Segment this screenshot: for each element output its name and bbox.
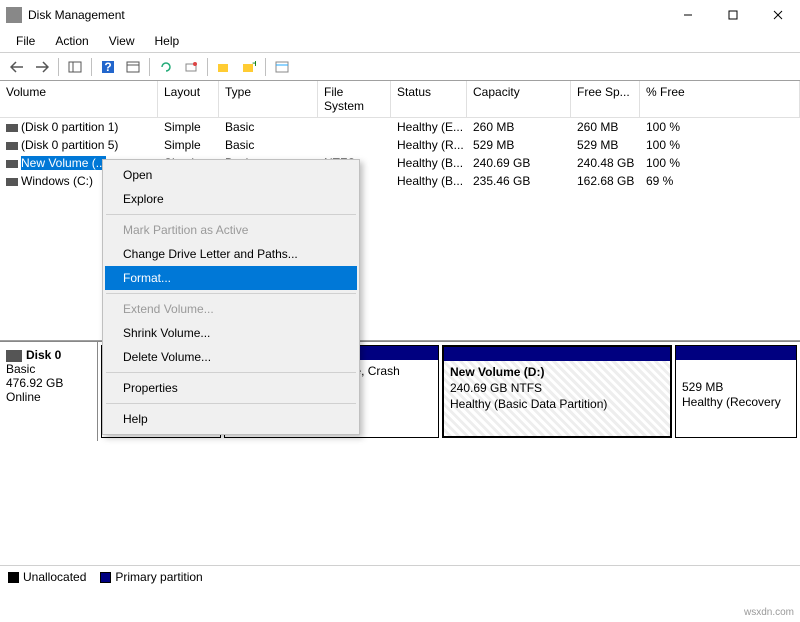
maximize-button[interactable] xyxy=(710,0,755,30)
menu-help[interactable]: Help xyxy=(145,32,190,50)
cm-format[interactable]: Format... xyxy=(105,266,357,290)
grid-header: Volume Layout Type File System Status Ca… xyxy=(0,81,800,118)
partition-recovery[interactable]: 529 MB Healthy (Recovery xyxy=(675,345,797,438)
cm-change-letter[interactable]: Change Drive Letter and Paths... xyxy=(105,242,357,266)
disk-label[interactable]: Disk 0 Basic 476.92 GB Online xyxy=(0,342,98,441)
cm-delete[interactable]: Delete Volume... xyxy=(105,345,357,369)
back-button[interactable] xyxy=(6,56,28,78)
volume-icon xyxy=(6,142,18,150)
help-button[interactable]: ? xyxy=(97,56,119,78)
col-type[interactable]: Type xyxy=(219,81,318,117)
show-hide-button[interactable] xyxy=(64,56,86,78)
col-pctfree[interactable]: % Free xyxy=(640,81,800,117)
window-controls xyxy=(665,0,800,30)
cm-extend: Extend Volume... xyxy=(105,297,357,321)
context-menu: Open Explore Mark Partition as Active Ch… xyxy=(102,159,360,435)
cm-shrink[interactable]: Shrink Volume... xyxy=(105,321,357,345)
cm-mark-active: Mark Partition as Active xyxy=(105,218,357,242)
watermark: wsxdn.com xyxy=(744,607,794,618)
app-icon xyxy=(6,7,22,23)
table-row[interactable]: (Disk 0 partition 1) Simple Basic Health… xyxy=(0,118,800,136)
svg-text:+: + xyxy=(252,61,256,70)
properties-icon[interactable] xyxy=(271,56,293,78)
titlebar: Disk Management xyxy=(0,0,800,30)
cm-properties[interactable]: Properties xyxy=(105,376,357,400)
new-folder-icon[interactable] xyxy=(213,56,235,78)
cm-open[interactable]: Open xyxy=(105,163,357,187)
table-row[interactable]: (Disk 0 partition 5) Simple Basic Health… xyxy=(0,136,800,154)
col-freespace[interactable]: Free Sp... xyxy=(571,81,640,117)
toolbar: ? + xyxy=(0,53,800,81)
menubar: File Action View Help xyxy=(0,30,800,53)
disk-icon xyxy=(6,350,22,362)
detail-view-button[interactable] xyxy=(122,56,144,78)
legend: Unallocated Primary partition xyxy=(0,565,800,588)
menu-view[interactable]: View xyxy=(99,32,145,50)
col-status[interactable]: Status xyxy=(391,81,467,117)
menu-file[interactable]: File xyxy=(6,32,45,50)
volume-icon xyxy=(6,178,18,186)
cm-explore[interactable]: Explore xyxy=(105,187,357,211)
col-volume[interactable]: Volume xyxy=(0,81,158,117)
volume-icon xyxy=(6,124,18,132)
partition-selected[interactable]: New Volume (D:) 240.69 GB NTFS Healthy (… xyxy=(442,345,672,438)
refresh-button[interactable] xyxy=(155,56,177,78)
close-button[interactable] xyxy=(755,0,800,30)
col-capacity[interactable]: Capacity xyxy=(467,81,571,117)
menu-action[interactable]: Action xyxy=(45,32,98,50)
swatch-unallocated xyxy=(8,572,19,583)
window-title: Disk Management xyxy=(28,8,665,22)
col-filesystem[interactable]: File System xyxy=(318,81,391,117)
swatch-primary xyxy=(100,572,111,583)
cm-help[interactable]: Help xyxy=(105,407,357,431)
svg-text:?: ? xyxy=(104,60,111,74)
col-layout[interactable]: Layout xyxy=(158,81,219,117)
rescan-button[interactable] xyxy=(180,56,202,78)
minimize-button[interactable] xyxy=(665,0,710,30)
forward-button[interactable] xyxy=(31,56,53,78)
volume-icon xyxy=(6,160,18,168)
new-item-icon[interactable]: + xyxy=(238,56,260,78)
